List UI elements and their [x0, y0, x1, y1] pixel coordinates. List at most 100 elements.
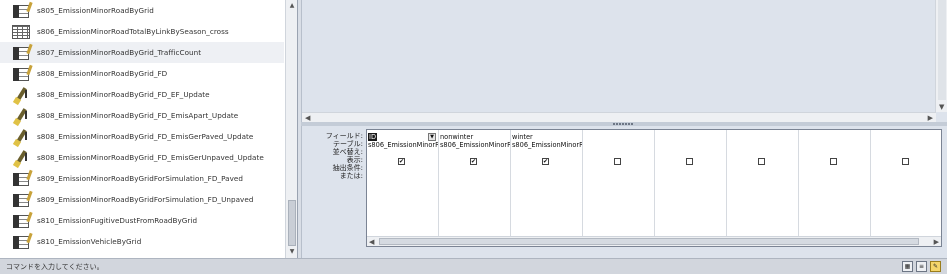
query-icon [11, 64, 33, 83]
table-area-horizontal-scrollbar[interactable]: ◀ ▶ [302, 112, 936, 122]
nav-item[interactable]: s805_EmissionMinorRoadByGrid [0, 0, 284, 21]
nav-item[interactable]: s806_EmissionMinorRoadTotalByLinkBySeaso… [0, 21, 284, 42]
query-icon [11, 169, 33, 188]
query-icon [11, 1, 33, 20]
sort-cell[interactable] [511, 149, 582, 157]
field-name: ID [368, 133, 378, 141]
grid-column[interactable]: winter s806_EmissionMinorR ✔ [511, 130, 583, 236]
table-cell[interactable] [583, 141, 654, 149]
nav-item[interactable]: s808_EmissionMinorRoadByGrid_FD_EmisApar… [0, 105, 284, 126]
status-text: コマンドを入力してください。 [6, 263, 104, 271]
table-cell[interactable] [871, 141, 941, 149]
field-cell[interactable] [871, 133, 941, 141]
table-icon [11, 23, 31, 41]
grid-scroll-thumb[interactable] [379, 238, 919, 245]
field-cell[interactable] [583, 133, 654, 141]
row-label-field: フィールド: [325, 132, 363, 140]
sort-cell[interactable] [655, 149, 726, 157]
grid-column[interactable]: ID ▼ s806_EmissionMinorR ✔ [367, 130, 439, 236]
update-icon [11, 107, 31, 126]
grid-column[interactable] [871, 130, 941, 236]
grid-column[interactable] [655, 130, 727, 236]
query-icon [11, 43, 33, 62]
field-cell[interactable]: winter [511, 133, 582, 141]
field-cell[interactable]: nonwinter [439, 133, 510, 141]
field-dropdown-icon[interactable]: ▼ [428, 133, 436, 141]
nav-item[interactable]: s808_EmissionMinorRoadByGrid_FD [0, 63, 284, 84]
object-list: s805_EmissionMinorRoadByGrid s806_Emissio… [0, 0, 284, 252]
grid-column[interactable] [583, 130, 655, 236]
row-label-sort: 並べ替え: [332, 148, 363, 156]
nav-item[interactable]: s810_EmissionFugitiveDustFromRoadByGrid [0, 210, 284, 231]
nav-item-label: s805_EmissionMinorRoadByGrid [37, 6, 154, 15]
scroll-down-arrow-icon[interactable]: ▼ [939, 102, 944, 112]
nav-item-label: s809_EmissionMinorRoadByGridForSimulatio… [37, 174, 243, 183]
grid-horizontal-scrollbar[interactable]: ◀ ▶ [367, 236, 941, 246]
scroll-up-arrow-icon[interactable]: ▲ [288, 2, 296, 10]
sort-cell[interactable] [439, 149, 510, 157]
show-checkbox[interactable] [902, 158, 909, 165]
query-design-grid-area: フィールド: テーブル: 並べ替え: 表示: 抽出条件: または: ID ▼ s80… [301, 126, 947, 258]
view-switcher: ▦ ≡ ✎ [902, 261, 941, 272]
sql-view-icon[interactable]: ≡ [916, 261, 927, 272]
table-area-scroll-thumb[interactable] [938, 0, 946, 100]
query-table-area[interactable]: ▼ ◀ ▶ [301, 0, 947, 122]
table-cell[interactable]: s806_EmissionMinorR [367, 141, 438, 149]
nav-item[interactable]: s809_EmissionMinorRoadByGridForSimulatio… [0, 189, 284, 210]
scroll-left-arrow-icon[interactable]: ◀ [369, 237, 374, 246]
nav-item[interactable]: s809_EmissionMinorRoadByGridForSimulatio… [0, 168, 284, 189]
field-name: nonwinter [440, 133, 474, 141]
show-checkbox[interactable]: ✔ [542, 158, 549, 165]
query-design-grid[interactable]: ID ▼ s806_EmissionMinorR ✔ nonwinter s806_Emi… [366, 129, 942, 247]
table-cell[interactable] [655, 141, 726, 149]
field-cell[interactable]: ID ▼ [367, 133, 438, 141]
table-cell[interactable] [727, 141, 798, 149]
design-view-icon[interactable]: ✎ [930, 261, 941, 272]
sort-cell[interactable] [871, 149, 941, 157]
update-icon [11, 86, 31, 105]
query-icon [11, 232, 33, 251]
scroll-right-arrow-icon[interactable]: ▶ [934, 237, 939, 246]
nav-item[interactable]: s808_EmissionMinorRoadByGrid_FD_EmisGerP… [0, 126, 284, 147]
grid-column[interactable] [727, 130, 799, 236]
grid-row-labels: フィールド: テーブル: 並べ替え: 表示: 抽出条件: または: [302, 132, 366, 180]
sort-cell[interactable] [367, 149, 438, 157]
show-checkbox[interactable] [830, 158, 837, 165]
nav-item-label: s810_EmissionVehicleByGrid [37, 237, 142, 246]
nav-item-label: s807_EmissionMinorRoadByGrid_TrafficCoun… [37, 48, 202, 57]
table-cell[interactable]: s806_EmissionMinorR [439, 141, 510, 149]
nav-item[interactable]: s808_EmissionMinorRoadByGrid_FD_EF_Updat… [0, 84, 284, 105]
scroll-down-arrow-icon[interactable]: ▼ [288, 248, 296, 256]
field-cell[interactable] [799, 133, 870, 141]
nav-item-label: s806_EmissionMinorRoadTotalByLinkBySeaso… [37, 27, 229, 36]
nav-item-label: s810_EmissionFugitiveDustFromRoadByGrid [37, 216, 198, 225]
table-area-vertical-scrollbar[interactable]: ▼ [935, 0, 947, 112]
nav-vertical-scrollbar[interactable]: ▲ ▼ [285, 0, 297, 258]
row-label-or: または: [339, 172, 363, 180]
splitter-grip-icon[interactable] [613, 123, 633, 125]
field-cell[interactable] [655, 133, 726, 141]
sort-cell[interactable] [583, 149, 654, 157]
sort-cell[interactable] [799, 149, 870, 157]
table-cell[interactable] [799, 141, 870, 149]
access-query-designer: s805_EmissionMinorRoadByGrid s806_Emissio… [0, 0, 947, 274]
show-checkbox[interactable] [614, 158, 621, 165]
nav-item[interactable]: s807_EmissionMinorRoadByGrid_TrafficCoun… [0, 42, 284, 63]
query-icon [11, 211, 33, 230]
grid-column[interactable]: nonwinter s806_EmissionMinorR ✔ [439, 130, 511, 236]
show-checkbox[interactable] [758, 158, 765, 165]
nav-item-label: s808_EmissionMinorRoadByGrid_FD [37, 69, 168, 78]
row-label-table: テーブル: [333, 140, 363, 148]
nav-item[interactable]: s810_EmissionVehicleByGrid [0, 231, 284, 252]
nav-scroll-thumb[interactable] [288, 200, 296, 246]
datasheet-view-icon[interactable]: ▦ [902, 261, 913, 272]
table-cell[interactable]: s806_EmissionMinorR [511, 141, 582, 149]
nav-item[interactable]: s808_EmissionMinorRoadByGrid_FD_EmisGerU… [0, 147, 284, 168]
field-cell[interactable] [727, 133, 798, 141]
show-checkbox[interactable]: ✔ [470, 158, 477, 165]
sort-cell[interactable] [727, 149, 798, 157]
row-label-criteria: 抽出条件: [332, 164, 363, 172]
show-checkbox[interactable] [686, 158, 693, 165]
show-checkbox[interactable]: ✔ [398, 158, 405, 165]
grid-column[interactable] [799, 130, 871, 236]
